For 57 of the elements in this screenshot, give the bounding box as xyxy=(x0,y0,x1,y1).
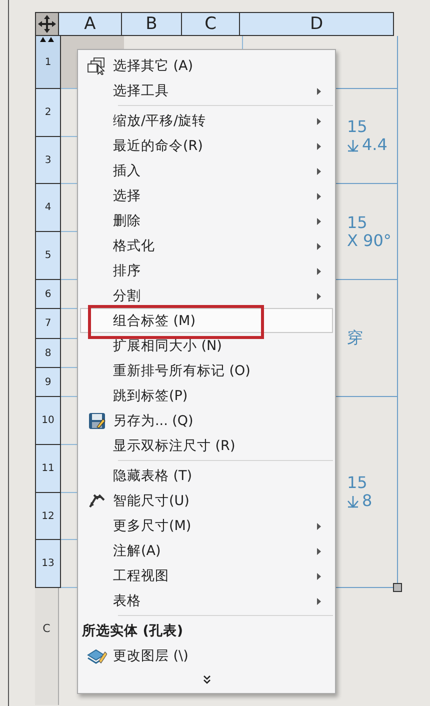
cell-text: X 90° xyxy=(347,232,392,250)
cell-text: 穿 xyxy=(347,329,363,347)
depth-icon xyxy=(347,138,359,152)
row-header[interactable]: 10 xyxy=(36,397,60,445)
menu-item[interactable]: 组合标签 (M) xyxy=(80,308,333,333)
depth-icon xyxy=(347,494,359,508)
menu-section-header: 所选实体 (孔表) xyxy=(80,622,184,640)
row-header[interactable]: 3 xyxy=(36,137,60,184)
menu-item[interactable]: 隐藏表格 (T) xyxy=(80,463,333,488)
layers-pencil-icon xyxy=(87,646,107,664)
row-header[interactable]: 7 xyxy=(36,309,60,339)
menu-item[interactable]: 表格 xyxy=(80,588,333,613)
menu-item[interactable]: 排序 xyxy=(80,258,333,283)
row-header[interactable]: 12 xyxy=(36,493,60,540)
cell-text: 15 xyxy=(347,118,368,136)
menu-item[interactable]: 扩展相同大小 (N) xyxy=(80,333,333,358)
menu-item[interactable]: 格式化 xyxy=(80,233,333,258)
column-header[interactable]: A xyxy=(59,12,122,36)
row-header[interactable]: 5 xyxy=(36,232,60,280)
menu-item[interactable]: 更多尺寸(M) xyxy=(80,513,333,538)
row-header[interactable]: 9 xyxy=(36,368,60,397)
menu-item[interactable]: 缩放/平移/旋转 xyxy=(80,108,333,133)
menu-item[interactable]: 智能尺寸(U) xyxy=(80,488,333,513)
resize-handle[interactable] xyxy=(393,583,402,592)
row-header[interactable]: 1 xyxy=(36,36,60,89)
menu-item[interactable]: 删除 xyxy=(80,208,333,233)
menu-item[interactable]: 注解(A) xyxy=(80,538,333,563)
row-header[interactable]: 8 xyxy=(36,339,60,368)
menu-item[interactable]: 插入 xyxy=(80,158,333,183)
cell-text: 15 xyxy=(347,474,368,492)
expand-chevron-icon[interactable] xyxy=(202,674,210,684)
column-header[interactable]: B xyxy=(122,12,182,36)
row-header[interactable]: 11 xyxy=(36,445,60,493)
menu-item[interactable]: 另存为... (Q) xyxy=(80,408,333,433)
section-label: C xyxy=(42,622,50,635)
menu-item[interactable]: 工程视图 xyxy=(80,563,333,588)
cell-text: 8 xyxy=(362,492,372,510)
menu-item[interactable]: 选择工具 xyxy=(80,78,333,103)
menu-item[interactable]: 跳到标签(P) xyxy=(80,383,333,408)
move-icon[interactable] xyxy=(37,14,57,34)
menu-item[interactable]: 更改图层 (\) xyxy=(80,643,333,668)
menu-item[interactable]: 选择 xyxy=(80,183,333,208)
cell-text: 4.4 xyxy=(362,136,388,154)
column-header[interactable]: D xyxy=(240,12,394,36)
menu-item[interactable]: 显示双标注尺寸 (R) xyxy=(80,433,333,458)
row-header[interactable]: 6 xyxy=(36,280,60,309)
menu-item[interactable]: 重新排号所有标记 (O) xyxy=(80,358,333,383)
cell-text: 15 xyxy=(347,214,368,232)
row-header[interactable]: 4 xyxy=(36,184,60,232)
column-header[interactable]: C xyxy=(182,12,240,36)
menu-item[interactable]: 最近的命令(R) xyxy=(80,133,333,158)
menu-item[interactable]: 分割 xyxy=(80,283,333,308)
dimension-tool-icon xyxy=(88,492,106,508)
row-header[interactable]: 13 xyxy=(36,540,60,588)
windows-icon xyxy=(87,56,107,74)
menu-item[interactable]: 选择其它 (A) xyxy=(80,53,333,78)
row-header[interactable]: 2 xyxy=(36,89,60,137)
